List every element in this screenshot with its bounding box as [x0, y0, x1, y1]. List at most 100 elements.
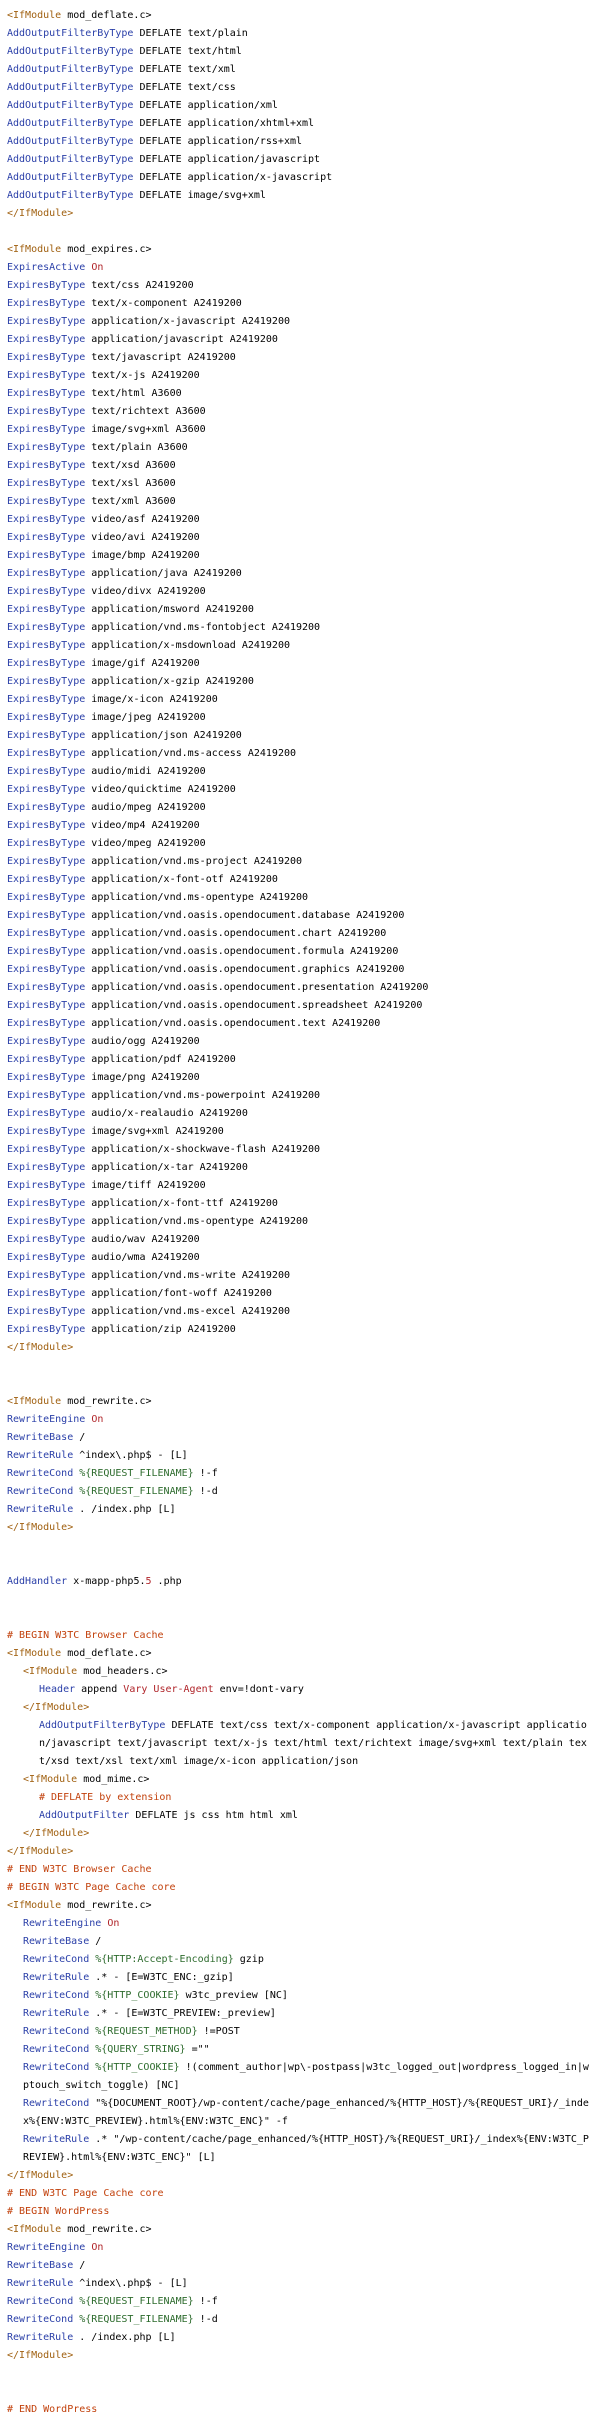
code-token: # END W3TC Browser Cache: [7, 1864, 152, 1875]
code-token: ExpiresByType: [7, 532, 86, 543]
code-line: <IfModule mod_mime.c>: [7, 1771, 593, 1789]
code-token: application/vnd.ms-opentype A2419200: [85, 892, 309, 903]
code-token: ExpiresByType: [7, 1180, 86, 1191]
code-token: # BEGIN WordPress: [7, 2206, 110, 2217]
code-token: video/mp4 A2419200: [85, 820, 200, 831]
code-token: ExpiresByType: [7, 730, 86, 741]
code-token: !=POST: [197, 2026, 240, 2037]
code-line: ExpiresByType application/vnd.ms-write A…: [7, 1267, 593, 1285]
code-token: ExpiresByType: [7, 838, 86, 849]
code-token: # END WordPress: [7, 2404, 98, 2415]
code-token: ExpiresByType: [7, 784, 86, 795]
code-token: %{REQUEST_FILENAME}: [79, 2314, 194, 2325]
code-token: ExpiresByType: [7, 1072, 86, 1083]
code-token: RewriteCond: [23, 2044, 90, 2055]
code-line: ExpiresByType application/vnd.oasis.open…: [7, 1015, 593, 1033]
code-token: RewriteCond: [23, 2098, 90, 2109]
code-token: video/mpeg A2419200: [85, 838, 206, 849]
code-line: ExpiresByType application/vnd.oasis.open…: [7, 961, 593, 979]
code-token: ExpiresByType: [7, 1108, 86, 1119]
code-token: </IfModule>: [23, 1828, 90, 1839]
code-line: AddOutputFilterByType DEFLATE applicatio…: [7, 169, 593, 187]
code-token: AddOutputFilterByType: [7, 154, 134, 165]
code-token: mod_headers.c>: [77, 1666, 168, 1677]
code-token: RewriteCond: [7, 1486, 74, 1497]
code-token: application/vnd.oasis.opendocument.formu…: [85, 946, 399, 957]
code-token: image/jpeg A2419200: [85, 712, 206, 723]
code-line: RewriteRule .* "/wp-content/cache/page_e…: [7, 2131, 593, 2167]
code-token: ExpiresByType: [7, 874, 86, 885]
code-token: <IfModule: [7, 10, 62, 21]
code-token: application/x-msdownload A2419200: [85, 640, 290, 651]
code-token: %{REQUEST_FILENAME}: [79, 1486, 194, 1497]
code-token: application/x-font-otf A2419200: [85, 874, 278, 885]
code-token: ^index\.php$ - [L]: [73, 1450, 188, 1461]
code-token: ExpiresByType: [7, 460, 86, 471]
code-token: image/png A2419200: [85, 1072, 200, 1083]
code-token: audio/wav A2419200: [85, 1234, 200, 1245]
code-line: ExpiresByType text/xsl A3600: [7, 475, 593, 493]
code-line: ExpiresByType application/x-msdownload A…: [7, 637, 593, 655]
code-line: <IfModule mod_rewrite.c>: [7, 1897, 593, 1915]
code-token: image/gif A2419200: [85, 658, 200, 669]
code-line: <IfModule mod_rewrite.c>: [7, 1393, 593, 1411]
code-line: RewriteRule ^index\.php$ - [L]: [7, 2275, 593, 2293]
code-token: application/vnd.ms-write A2419200: [85, 1270, 290, 1281]
code-token: On: [91, 2242, 104, 2253]
code-line: AddOutputFilterByType DEFLATE image/svg+…: [7, 187, 593, 205]
code-token: RewriteRule: [23, 2008, 90, 2019]
code-line: AddOutputFilterByType DEFLATE applicatio…: [7, 97, 593, 115]
code-line: ExpiresByType application/vnd.oasis.open…: [7, 943, 593, 961]
code-token: AddOutputFilterByType: [7, 136, 134, 147]
code-line: RewriteCond %{QUERY_STRING} ="": [7, 2041, 593, 2059]
code-line: ExpiresByType image/svg+xml A3600: [7, 421, 593, 439]
code-token: ExpiresByType: [7, 496, 86, 507]
code-token: Vary: [123, 1684, 148, 1695]
code-line: ExpiresByType application/x-font-ttf A24…: [7, 1195, 593, 1213]
code-line: RewriteCond %{REQUEST_FILENAME} !-d: [7, 1483, 593, 1501]
code-token: application/java A2419200: [85, 568, 242, 579]
code-line: ExpiresByType image/gif A2419200: [7, 655, 593, 673]
code-token: audio/midi A2419200: [85, 766, 206, 777]
code-line: AddOutputFilterByType DEFLATE text/css t…: [7, 1717, 593, 1771]
code-token: AddOutputFilterByType: [39, 1720, 166, 1731]
code-token: .* "/wp-content/cache/page_enhanced/%{HT…: [23, 2134, 589, 2163]
code-line: RewriteBase /: [7, 1933, 593, 1951]
code-line: AddOutputFilterByType DEFLATE text/css: [7, 79, 593, 97]
code-line: RewriteRule . /index.php [L]: [7, 1501, 593, 1519]
code-token: application/vnd.ms-powerpoint A2419200: [85, 1090, 321, 1101]
code-token: ExpiresByType: [7, 1270, 86, 1281]
code-token: ExpiresByType: [7, 406, 86, 417]
code-token: text/plain A3600: [85, 442, 188, 453]
code-line: RewriteRule ^index\.php$ - [L]: [7, 1447, 593, 1465]
code-line: ExpiresByType audio/x-realaudio A2419200: [7, 1105, 593, 1123]
code-token: application/vnd.oasis.opendocument.prese…: [85, 982, 429, 993]
code-line: RewriteRule .* - [E=W3TC_PREVIEW:_previe…: [7, 2005, 593, 2023]
code-token: AddOutputFilterByType: [7, 46, 134, 57]
code-token: RewriteEngine: [7, 2242, 86, 2253]
code-line: ExpiresByType image/tiff A2419200: [7, 1177, 593, 1195]
code-line: RewriteCond %{REQUEST_FILENAME} !-f: [7, 2293, 593, 2311]
code-line: # END W3TC Browser Cache: [7, 1861, 593, 1879]
code-token: RewriteBase: [7, 2260, 74, 2271]
code-token: application/vnd.oasis.opendocument.sprea…: [85, 1000, 423, 1011]
code-line: <IfModule mod_rewrite.c>: [7, 2221, 593, 2239]
code-token: DEFLATE application/xml: [133, 100, 278, 111]
code-token: ExpiresByType: [7, 568, 86, 579]
code-token: ExpiresByType: [7, 388, 86, 399]
code-line: ExpiresActive On: [7, 259, 593, 277]
code-line: </IfModule>: [7, 2167, 593, 2185]
code-line: ExpiresByType text/css A2419200: [7, 277, 593, 295]
code-token: application/zip A2419200: [85, 1324, 236, 1335]
code-token: On: [107, 1918, 120, 1929]
code-token: application/vnd.oasis.opendocument.datab…: [85, 910, 405, 921]
code-token: mod_rewrite.c>: [61, 1396, 152, 1407]
code-token: application/x-tar A2419200: [85, 1162, 248, 1173]
code-token: RewriteEngine: [23, 1918, 102, 1929]
code-token: ExpiresByType: [7, 586, 86, 597]
code-token: ExpiresByType: [7, 856, 86, 867]
code-token: !-f: [193, 2296, 218, 2307]
code-line: RewriteBase /: [7, 1429, 593, 1447]
code-token: <IfModule: [23, 1666, 78, 1677]
